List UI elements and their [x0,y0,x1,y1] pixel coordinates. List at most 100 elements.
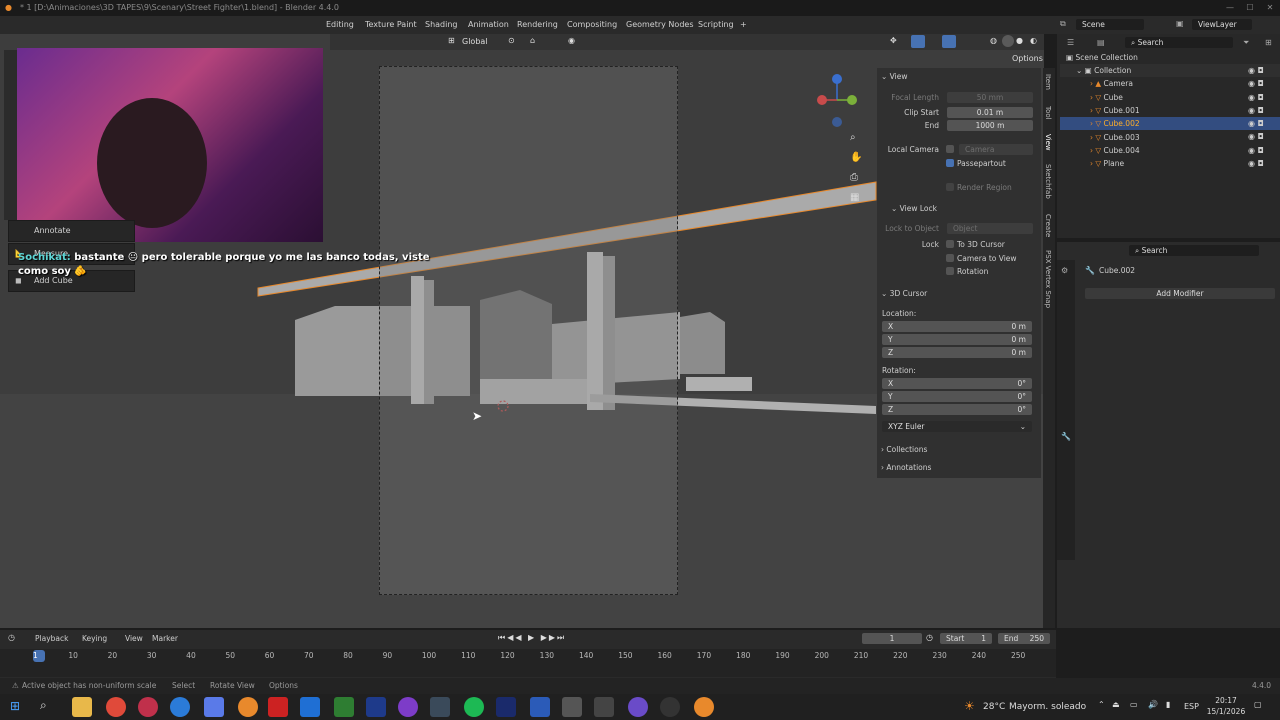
perspective-toggle-icon[interactable]: ▦ [850,192,859,203]
tab-shading[interactable]: Shading [420,18,463,32]
app3-icon[interactable] [430,697,450,717]
app4-icon[interactable] [594,697,614,717]
outliner-item-cube001[interactable]: › ▽ Cube.001 [1060,104,1280,117]
tab-sketchfab[interactable]: Sketchfab [1044,164,1052,199]
end-frame-field[interactable]: End 250 [998,633,1050,644]
netflix-icon[interactable] [268,697,288,717]
discord-icon[interactable] [628,697,648,717]
scene-collection-row[interactable]: ▣ Scene Collection [1060,51,1280,64]
windows-start-icon[interactable]: ⊞ [10,699,20,713]
to-3d-cursor-checkbox[interactable] [946,240,954,248]
zoom-icon[interactable]: ⌕ [850,132,856,143]
cursor-rot-y[interactable]: Y 0° [882,391,1032,402]
start-frame-field[interactable]: Start 1 [940,633,992,644]
maximize-icon[interactable]: ☐ [1240,0,1260,16]
cursor-loc-y[interactable]: Y 0 m [882,334,1032,345]
playback-menu[interactable]: Playback [35,634,68,643]
clock-date[interactable]: 15/1/2026 [1204,707,1248,716]
current-frame-field[interactable]: 1 [862,633,922,644]
properties-search[interactable]: ⌕ Search [1129,245,1259,256]
passepartout-checkbox[interactable] [946,159,954,167]
cursor-loc-z[interactable]: Z 0 m [882,347,1032,358]
tab-scripting[interactable]: Scripting [693,18,739,32]
chrome-icon[interactable] [106,697,126,717]
view-panel-toggle[interactable]: ⌄ View [881,72,907,81]
clock-time[interactable]: 20:17 [1206,696,1246,705]
marker-menu[interactable]: Marker [152,634,178,643]
frame-ruler[interactable]: 1 10 20 30 40 50 60 70 80 90 100 110 120 130 140 150 160… [0,649,1056,677]
opera-icon[interactable] [138,697,158,717]
usb-icon[interactable]: ⏏ [1112,700,1120,709]
rotation-lock-checkbox[interactable] [946,267,954,275]
network-icon[interactable]: ▭ [1130,700,1138,709]
tab-geometry-nodes[interactable]: Geometry Nodes [621,18,698,32]
scene-selector[interactable]: Scene [1076,19,1144,30]
tab-psx-vertex-snap[interactable]: PSX Vertex Snap [1044,250,1052,308]
display-mode-icon[interactable]: ▤ [1097,38,1105,47]
local-camera-field[interactable]: Camera [959,144,1033,155]
outliner-item-cube[interactable]: › ▽ Cube [1060,91,1280,104]
blender-taskbar-icon-2[interactable] [694,697,714,717]
outliner-item-cube004[interactable]: › ▽ Cube.004 [1060,144,1280,157]
obs-icon[interactable] [660,697,680,717]
camera-to-view-checkbox[interactable] [946,254,954,262]
tab-compositing[interactable]: Compositing [562,18,622,32]
volume-icon[interactable]: 🔊 [1148,700,1158,709]
after-effects-icon[interactable] [496,697,516,717]
collections-toggle[interactable]: › Collections [881,445,927,454]
tool-props-icon[interactable]: ⚙ [1061,266,1068,275]
local-camera-checkbox[interactable] [946,145,954,153]
word-icon[interactable] [530,697,550,717]
calculator-icon[interactable] [562,697,582,717]
add-workspace-button[interactable]: + [735,18,752,32]
modifier-props-icon[interactable]: 🔧 [1061,432,1071,441]
notification-icon[interactable]: ▢ [1254,700,1262,709]
new-collection-icon[interactable]: ⊞ [1265,38,1272,47]
cursor-loc-x[interactable]: X 0 m [882,321,1032,332]
tab-item[interactable]: Item [1044,74,1052,90]
filter-icon[interactable]: ⏷ [1243,38,1249,48]
cursor-panel-toggle[interactable]: ⌄ 3D Cursor [881,289,927,298]
blender-taskbar-icon[interactable] [238,697,258,717]
battery-icon[interactable]: ▮ [1166,700,1170,709]
tab-tool[interactable]: Tool [1044,106,1052,120]
search-icon[interactable]: ⌕ [40,698,47,713]
spotify-icon[interactable] [464,697,484,717]
annotations-toggle[interactable]: › Annotations [881,463,931,472]
view-lock-toggle[interactable]: ⌄ View Lock [891,204,937,213]
vegas-icon[interactable] [366,697,386,717]
annotate-tool[interactable]: Annotate [8,220,135,242]
pycharm-icon[interactable] [334,697,354,717]
tab-animation[interactable]: Animation [463,18,514,32]
outliner-item-cube002[interactable]: › ▽ Cube.002 [1060,117,1280,130]
cursor-rot-z[interactable]: Z 0° [882,404,1032,415]
camera-view-icon[interactable]: ⎙ [850,172,858,183]
outliner-item-plane[interactable]: › ▽ Plane [1060,157,1280,170]
photos-icon[interactable] [300,697,320,717]
outliner-item-camera[interactable]: › ▲ Camera [1060,77,1280,90]
viewlayer-selector[interactable]: ViewLayer [1192,19,1252,30]
focal-length-field[interactable]: 50 mm [947,92,1033,103]
app-icon[interactable] [204,697,224,717]
file-explorer-icon[interactable] [72,697,92,717]
edge-icon[interactable] [170,697,190,717]
add-modifier-button[interactable]: Add Modifier [1085,288,1275,299]
tray-chevron-icon[interactable]: ⌃ [1098,700,1105,709]
lock-object-field[interactable]: Object [947,223,1033,234]
tab-create[interactable]: Create [1044,214,1052,237]
outliner-item-cube003[interactable]: › ▽ Cube.003 [1060,131,1280,144]
keying-menu[interactable]: Keying [82,634,107,643]
navigation-gizmo[interactable] [812,72,862,128]
tab-texture-paint[interactable]: Texture Paint [360,18,422,32]
outliner-search[interactable]: ⌕ Search [1125,37,1233,48]
weather-desc[interactable]: Mayorm. soleado [1009,702,1086,712]
clip-start-field[interactable]: 0.01 m [947,107,1033,118]
collection-row[interactable]: ⌄ ▣ Collection [1060,64,1280,77]
view-menu[interactable]: View [125,634,143,643]
tab-view[interactable]: View [1044,134,1052,151]
language-indicator[interactable]: ESP [1184,702,1199,711]
cursor-rot-x[interactable]: X 0° [882,378,1032,389]
pan-hand-icon[interactable]: ✋ [850,152,862,163]
visibility-column[interactable]: ◉ ◘ ◉ ◘ ◉ ◘ ◉ ◘ ◉ ◘ ◉ ◘ ◉ ◘ ◉ ◘ [1248,64,1276,170]
euler-mode-select[interactable]: XYZ Euler ⌄ [882,421,1032,432]
